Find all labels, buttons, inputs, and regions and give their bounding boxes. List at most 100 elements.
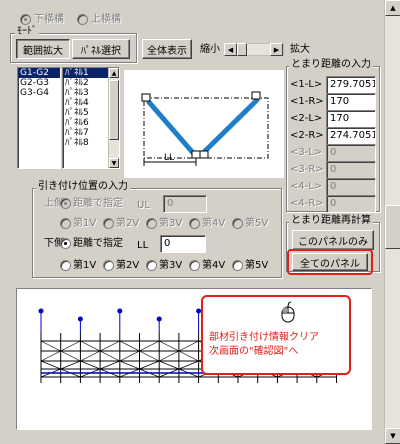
joint-icon [199, 150, 209, 159]
truss-diagonal [40, 360, 61, 370]
recalc-legend: とまり距離再計算 [289, 215, 373, 227]
list-item[interactable]: G1-G2 [18, 68, 60, 78]
upper-distance-radio[interactable] [60, 198, 71, 209]
point-radio[interactable] [103, 218, 114, 229]
expand-range-button[interactable]: 範囲拡大 [16, 39, 70, 59]
lower-ll-label: LL [137, 240, 149, 251]
stop-distance-label: <4-R> [290, 198, 324, 209]
show-all-button[interactable]: 全体表示 [142, 39, 192, 59]
point-label: 第3V [159, 218, 183, 229]
scroll-up-icon[interactable]: ▲ [109, 68, 119, 78]
truss-diagonal [60, 360, 81, 370]
upper-bracing-label: 上横構 [91, 14, 121, 25]
point-label: 第5V [245, 260, 269, 271]
stop-distance-input[interactable]: 170 [326, 110, 376, 128]
this-panel-only-button[interactable]: このパネルのみ [292, 230, 374, 250]
scroll-down-icon[interactable]: ▼ [109, 158, 119, 168]
zoom-thumb[interactable] [237, 43, 247, 56]
truss-diagonal [119, 360, 140, 370]
lower-distance-label: 距離で指定 [73, 238, 123, 249]
callout-line1: 部材引き付け情報クリア [209, 332, 319, 343]
girder-list[interactable]: G1-G2 G2-G3 G3-G4 [17, 67, 61, 169]
stop-distance-input[interactable]: 0 [326, 178, 376, 196]
point-label: 第5V [245, 218, 269, 229]
stop-distance-label: <3-L> [290, 147, 323, 158]
joint-icon [191, 150, 201, 159]
stop-distance-input[interactable]: 170 [326, 93, 376, 111]
upper-distance-input[interactable]: 0 [163, 195, 207, 213]
point-label: 第2V [116, 218, 140, 229]
point-radio[interactable] [60, 260, 71, 271]
truss-diagonal [80, 360, 101, 370]
truss-diagonal [159, 340, 180, 352]
stop-distance-label: <1-R> [290, 96, 324, 107]
point-label: 第4V [202, 260, 226, 271]
stop-distance-input[interactable]: 0 [326, 195, 376, 213]
truss-diagonal [178, 340, 199, 352]
marker-dot [77, 316, 83, 322]
truss-diagonal [80, 340, 101, 352]
mouse-icon [281, 301, 295, 323]
bracing-diagram: LL [141, 91, 269, 166]
stop-distance-input[interactable]: 274.70514 [326, 127, 376, 145]
panel-list[interactable]: ﾊﾟﾈﾙ1 ﾊﾟﾈﾙ2 ﾊﾟﾈﾙ3 ﾊﾟﾈﾙ4 ﾊﾟﾈﾙ5 ﾊﾟﾈﾙ6 ﾊﾟﾈﾙ… [62, 67, 120, 169]
mode-legend: ﾓｰﾄﾞ [15, 26, 39, 38]
stop-distance-input[interactable]: 0 [326, 144, 376, 162]
stop-distance-label: <1-L> [290, 79, 323, 90]
list-item[interactable]: G3-G4 [18, 88, 60, 98]
point-radio[interactable] [189, 218, 200, 229]
point-radio[interactable] [146, 260, 157, 271]
point-radio[interactable] [103, 260, 114, 271]
left-brace-member [146, 99, 196, 156]
point-radio[interactable] [232, 260, 243, 271]
marker-dot [117, 308, 123, 314]
upper-distance-label: 距離で指定 [73, 198, 123, 209]
stop-distance-label: <4-L> [290, 181, 323, 192]
upper-bracing-radio[interactable] [77, 14, 88, 25]
joint-icon [251, 91, 261, 100]
point-radio[interactable] [60, 218, 71, 229]
point-label: 第1V [73, 218, 97, 229]
truss-diagonal [60, 350, 81, 362]
truss-diagonal [159, 360, 180, 370]
truss-diagonal [119, 340, 140, 352]
list-item[interactable]: G2-G3 [18, 78, 60, 88]
lower-bracing-radio[interactable] [20, 14, 31, 25]
point-label: 第1V [73, 260, 97, 271]
truss-diagonal [99, 340, 120, 352]
stop-distance-label: <2-R> [290, 130, 324, 141]
zoom-expand-label: 拡大 [290, 44, 310, 55]
stop-distance-input[interactable]: 0 [326, 161, 376, 179]
lower-distance-input[interactable]: 0 [160, 235, 206, 253]
scroll-thumb[interactable] [385, 205, 400, 249]
structure-overview: 部材引き付け情報クリア 次画面の"確認図"へ [16, 288, 372, 430]
select-panel-button[interactable]: ﾊﾟﾈﾙ選択 [72, 39, 130, 59]
truss-diagonal [40, 340, 61, 352]
panel-list-scrollbar[interactable]: ▲ ▼ [108, 68, 119, 168]
marker-dot [38, 308, 44, 314]
point-radio[interactable] [232, 218, 243, 229]
scroll-up-icon[interactable]: ▲ [385, 0, 400, 16]
scroll-thumb[interactable] [109, 80, 119, 140]
window-scrollbar[interactable]: ▲ ▼ [384, 0, 400, 444]
lower-bracing-label: 下横構 [34, 14, 64, 25]
zoom-shrink-label: 縮小 [200, 44, 220, 55]
stop-distance-input[interactable]: 279.70514 [326, 76, 376, 94]
highlight-frame [287, 249, 373, 275]
truss-diagonal [60, 340, 81, 352]
panel-diagram: LL [124, 70, 284, 178]
dimension-label: LL [164, 153, 174, 163]
stop-distance-legend: とまり距離の入力 [289, 59, 373, 71]
zoom-left-arrow-icon[interactable]: ◀ [224, 43, 237, 56]
point-radio[interactable] [146, 218, 157, 229]
main-panel: 下横構 上横構 ﾓｰﾄﾞ 範囲拡大 ﾊﾟﾈﾙ選択 全体表示 縮小 ◀ ▶ 拡大 … [0, 0, 384, 444]
scroll-down-icon[interactable]: ▼ [385, 428, 400, 444]
truss-diagonal [139, 350, 160, 362]
truss-diagonal [99, 350, 120, 362]
zoom-right-arrow-icon[interactable]: ▶ [270, 43, 283, 56]
zoom-slider[interactable]: ◀ ▶ [224, 43, 284, 56]
truss-diagonal [99, 360, 120, 370]
upper-ul-label: UL [137, 200, 150, 211]
lower-distance-radio[interactable] [60, 238, 71, 249]
point-radio[interactable] [189, 260, 200, 271]
